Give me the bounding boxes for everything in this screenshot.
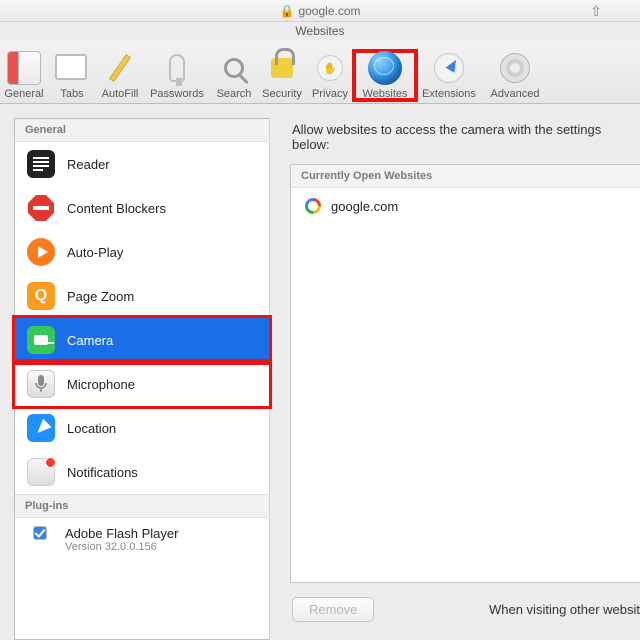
toolbar-tab-passwords[interactable]: Passwords: [144, 51, 210, 100]
compass-icon: [432, 51, 466, 85]
remove-button[interactable]: Remove: [292, 597, 374, 622]
stop-sign-icon: [27, 194, 55, 222]
reader-icon: [27, 150, 55, 178]
globe-icon: [368, 51, 402, 85]
microphone-icon: [27, 370, 55, 398]
toolbar-tab-websites[interactable]: Websites: [354, 51, 416, 100]
sidebar-item-reader[interactable]: Reader: [15, 142, 269, 186]
panel-heading: Allow websites to access the camera with…: [290, 118, 640, 164]
sidebar-item-label: Reader: [67, 157, 110, 172]
gear-icon: [498, 51, 532, 85]
sidebar-item-label: Adobe Flash Player: [65, 526, 178, 541]
toolbar-label: Search: [217, 88, 252, 100]
hand-icon: ✋: [313, 51, 347, 85]
sidebar-item-label: Auto-Play: [67, 245, 123, 260]
toolbar-tab-advanced[interactable]: Advanced: [482, 51, 548, 100]
url-domain: google.com: [298, 4, 360, 18]
toolbar-tab-general[interactable]: General: [0, 51, 48, 100]
toolbar-tab-search[interactable]: Search: [210, 51, 258, 100]
toolbar-label: Privacy: [312, 88, 348, 100]
sidebar-item-microphone[interactable]: Microphone: [15, 362, 269, 406]
toolbar-label: Extensions: [422, 88, 476, 100]
sidebar-item-label: Camera: [67, 333, 113, 348]
toolbar-tab-security[interactable]: Security: [258, 51, 306, 100]
lock-icon: 🔒: [280, 4, 295, 18]
notifications-icon: [27, 458, 55, 486]
sidebar-item-label: Location: [67, 421, 116, 436]
location-icon: [27, 414, 55, 442]
key-icon: [160, 51, 194, 85]
window-titlebar: Websites: [0, 22, 640, 40]
websites-list: Currently Open Websites google.com: [290, 164, 640, 583]
zoom-icon: Q: [27, 282, 55, 310]
toolbar-label: Passwords: [150, 88, 204, 100]
toolbar-label: AutoFill: [102, 88, 139, 100]
url-text: 🔒 google.com: [280, 4, 361, 18]
tabs-icon: [55, 51, 89, 85]
sidebar-section-header-plugins: Plug-ins: [15, 494, 269, 518]
sidebar-item-label: Page Zoom: [67, 289, 134, 304]
sidebar-item-page-zoom[interactable]: Q Page Zoom: [15, 274, 269, 318]
window-title: Websites: [295, 24, 344, 38]
pencil-icon: [103, 51, 137, 85]
toolbar-label: Advanced: [491, 88, 540, 100]
play-icon: [27, 238, 55, 266]
website-row[interactable]: google.com: [291, 188, 640, 224]
camera-icon: [27, 326, 55, 354]
plugin-enabled-checkbox[interactable]: [33, 526, 47, 540]
main-area: General Reader Content Blockers Auto-Pla…: [0, 104, 640, 640]
sidebar-item-label: Microphone: [67, 377, 135, 392]
search-icon: [217, 51, 251, 85]
share-icon[interactable]: ⇧: [590, 3, 602, 20]
sidebar: General Reader Content Blockers Auto-Pla…: [14, 118, 270, 640]
sidebar-item-label: Notifications: [67, 465, 138, 480]
lock-icon: [265, 51, 299, 85]
detail-panel: Allow websites to access the camera with…: [270, 118, 640, 640]
plugin-version: Version 32.0.0.156: [65, 541, 178, 553]
list-header: Currently Open Websites: [291, 165, 640, 188]
toolbar-label: Tabs: [60, 88, 83, 100]
panel-bottom-bar: Remove When visiting other websit: [290, 583, 640, 640]
sidebar-item-auto-play[interactable]: Auto-Play: [15, 230, 269, 274]
sidebar-item-flash[interactable]: Adobe Flash Player Version 32.0.0.156: [15, 518, 269, 561]
toolbar-tab-privacy[interactable]: ✋ Privacy: [306, 51, 354, 100]
toolbar-tab-tabs[interactable]: Tabs: [48, 51, 96, 100]
sidebar-item-notifications[interactable]: Notifications: [15, 450, 269, 494]
toolbar-tab-extensions[interactable]: Extensions: [416, 51, 482, 100]
general-icon: [7, 51, 41, 85]
sidebar-item-label: Content Blockers: [67, 201, 166, 216]
sidebar-section-header-general: General: [15, 119, 269, 142]
zoom-icon-glyph: Q: [35, 287, 47, 305]
google-favicon-icon: [305, 198, 321, 214]
preferences-toolbar: General Tabs AutoFill Passwords Search S…: [0, 40, 640, 104]
toolbar-label: Websites: [362, 88, 407, 100]
website-domain: google.com: [331, 199, 398, 214]
sidebar-item-camera[interactable]: Camera: [15, 318, 269, 362]
parent-url-bar: 🔒 google.com ⇧: [0, 0, 640, 22]
toolbar-label: General: [4, 88, 43, 100]
toolbar-label: Security: [262, 88, 302, 100]
sidebar-item-location[interactable]: Location: [15, 406, 269, 450]
toolbar-tab-autofill[interactable]: AutoFill: [96, 51, 144, 100]
sidebar-item-content-blockers[interactable]: Content Blockers: [15, 186, 269, 230]
visiting-policy-label: When visiting other websit: [489, 602, 640, 617]
